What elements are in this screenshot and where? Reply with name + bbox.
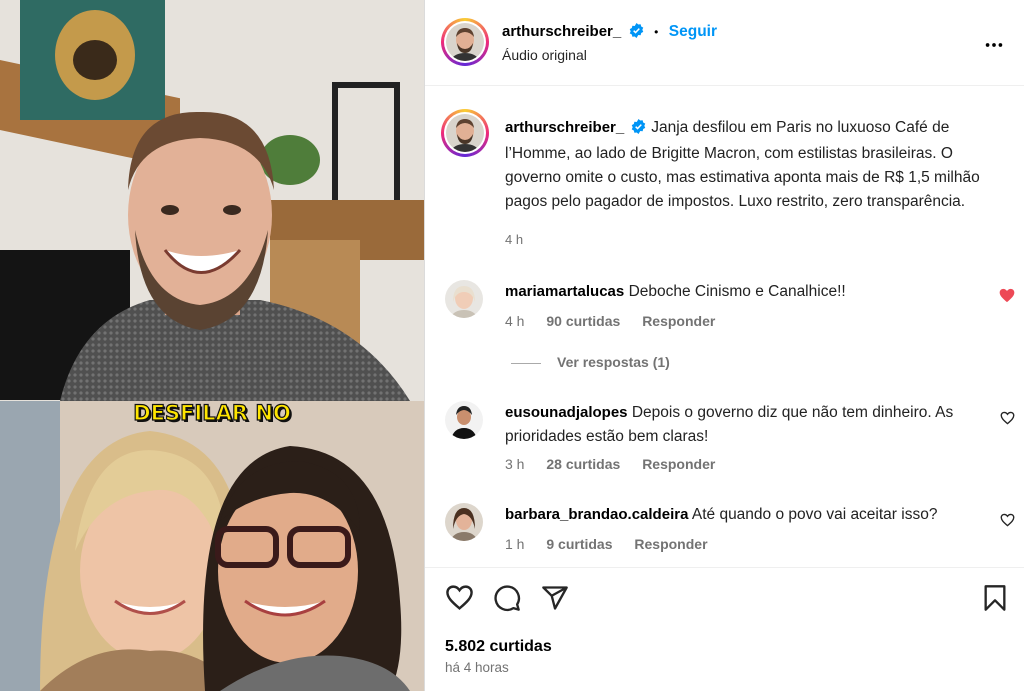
- replies-divider: [511, 362, 541, 364]
- comment-meta: 1 h 9 curtidas Responder: [505, 536, 726, 552]
- video-frame-top: [0, 0, 424, 401]
- comment-time[interactable]: 3 h: [505, 456, 524, 472]
- video-frame-bottom: [0, 401, 424, 691]
- post-caption: arthurschreiber_ Janja desfilou em Paris …: [505, 116, 1005, 214]
- follow-button[interactable]: Seguir: [669, 23, 717, 40]
- comment-username[interactable]: mariamartalucas: [505, 283, 624, 300]
- comment-username[interactable]: eusounadjalopes: [505, 404, 628, 421]
- audio-label[interactable]: Áudio original: [502, 47, 587, 63]
- comment-time[interactable]: 1 h: [505, 536, 524, 552]
- comment-likes[interactable]: 90 curtidas: [546, 313, 620, 329]
- reply-button[interactable]: Responder: [642, 456, 715, 472]
- caption-author-avatar[interactable]: [441, 109, 489, 157]
- comment-body: mariamartalucas Deboche Cinismo e Canalh…: [505, 280, 975, 304]
- heart-icon[interactable]: [445, 584, 474, 616]
- caption-timestamp[interactable]: 4 h: [505, 232, 523, 247]
- comment-bubble-icon[interactable]: [493, 584, 521, 617]
- bookmark-icon[interactable]: [983, 584, 1007, 617]
- comment-item: barbara_brandao.caldeira Até quando o po…: [445, 503, 1015, 558]
- comment-text: Deboche Cinismo e Canalhice!!: [628, 283, 846, 300]
- comment-item: mariamartalucas Deboche Cinismo e Canalh…: [445, 280, 1015, 340]
- video-caption-overlay: DESFILAR NO: [133, 400, 292, 425]
- post-actions-bar: 5.802 curtidas há 4 horas: [425, 567, 1024, 691]
- comment-meta: 3 h 28 curtidas Responder: [505, 456, 733, 472]
- comment-body: barbara_brandao.caldeira Até quando o po…: [505, 503, 975, 527]
- two-women-image: [0, 401, 424, 691]
- comment-text: Até quando o povo vai aceitar isso?: [691, 506, 938, 523]
- post-header: arthurschreiber_ • Seguir Áudio original: [425, 0, 1024, 86]
- post-details-panel: arthurschreiber_ • Seguir Áudio original…: [424, 0, 1024, 691]
- commenter-avatar[interactable]: [445, 503, 483, 541]
- commenter-avatar[interactable]: [445, 280, 483, 318]
- commenter-avatar[interactable]: [445, 401, 483, 439]
- caption-username[interactable]: arthurschreiber_: [505, 119, 624, 136]
- comment-time[interactable]: 4 h: [505, 313, 524, 329]
- comment-likes[interactable]: 28 curtidas: [546, 456, 620, 472]
- post-likes-count[interactable]: 5.802 curtidas: [445, 638, 552, 656]
- comment-heart-icon[interactable]: [1000, 411, 1015, 430]
- author-avatar[interactable]: [441, 18, 489, 66]
- caption-author-avatar-image: [446, 114, 484, 152]
- verified-badge-icon: [631, 118, 646, 142]
- comment-body: eusounadjalopes Depois o governo diz que…: [505, 401, 975, 449]
- reply-button[interactable]: Responder: [634, 536, 707, 552]
- comment-heart-filled-icon[interactable]: [999, 288, 1015, 308]
- view-replies-label: Ver respostas (1): [557, 354, 670, 370]
- more-options-icon[interactable]: [983, 34, 1005, 61]
- post-timestamp[interactable]: há 4 horas: [445, 660, 509, 675]
- author-username[interactable]: arthurschreiber_: [502, 23, 621, 40]
- verified-badge-icon: [629, 23, 644, 43]
- header-separator: •: [654, 25, 659, 39]
- view-replies-button[interactable]: Ver respostas (1): [511, 354, 670, 370]
- comment-likes[interactable]: 9 curtidas: [546, 536, 612, 552]
- author-avatar-image: [446, 23, 484, 61]
- comment-meta: 4 h 90 curtidas Responder: [505, 313, 733, 329]
- comment-username[interactable]: barbara_brandao.caldeira: [505, 506, 688, 523]
- post-media[interactable]: DESFILAR NO: [0, 0, 424, 691]
- comment-heart-icon[interactable]: [1000, 513, 1015, 532]
- comment-item: eusounadjalopes Depois o governo diz que…: [445, 401, 1015, 476]
- reply-button[interactable]: Responder: [642, 313, 715, 329]
- man-smiling-image: [0, 0, 424, 401]
- paper-plane-icon[interactable]: [541, 584, 569, 617]
